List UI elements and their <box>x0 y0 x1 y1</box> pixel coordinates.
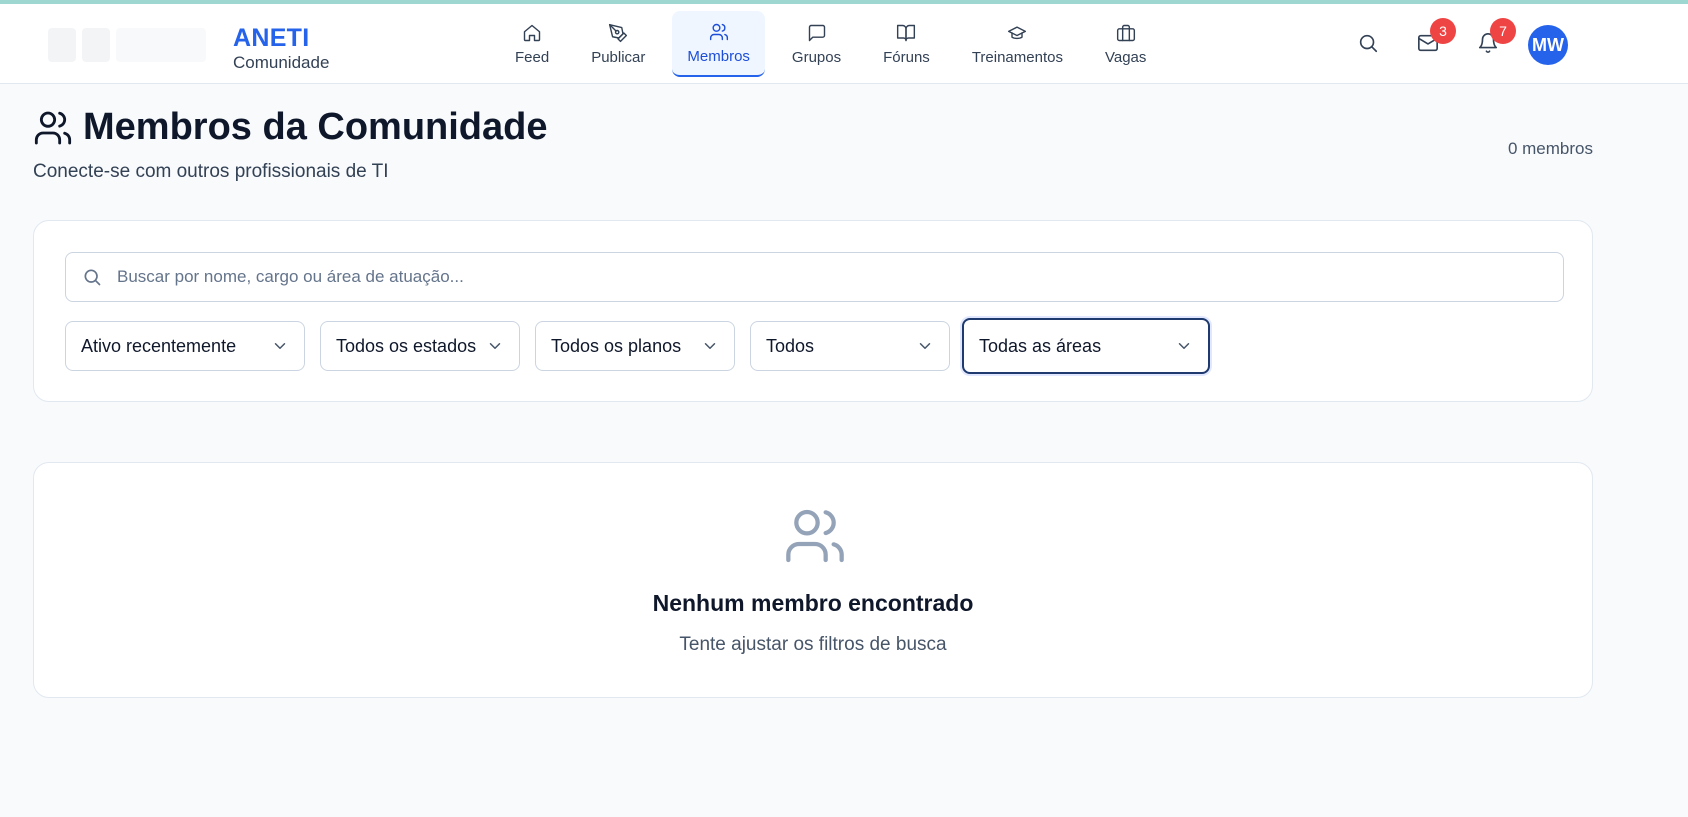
search-box[interactable] <box>65 252 1564 302</box>
chevron-down-icon <box>1178 343 1190 349</box>
chevron-down-icon <box>919 343 931 349</box>
nav-item-label: Treinamentos <box>971 48 1063 66</box>
users-icon <box>34 111 72 144</box>
messages-badge: 3 <box>1430 18 1456 44</box>
top-navbar: ANETI Comunidade Feed Publicar Membros G… <box>0 4 1688 84</box>
search-icon <box>1359 34 1378 53</box>
state-select[interactable]: Todos os estados <box>320 321 520 371</box>
chevron-down-icon <box>489 343 501 349</box>
sort-select[interactable]: Ativo recentemente <box>65 321 305 371</box>
nav-item-label: Fóruns <box>883 48 930 66</box>
search-input[interactable] <box>117 267 1517 287</box>
nav-item-label: Publicar <box>591 48 646 66</box>
empty-state-subtitle: Tente ajustar os filtros de busca <box>679 634 947 655</box>
area-select-value: Todas as áreas <box>979 335 1102 356</box>
plan-select-value: Todos os planos <box>551 335 682 356</box>
empty-state-card: Nenhum membro encontrado Tente ajustar o… <box>33 462 1593 698</box>
nav-item-label: Vagas <box>1104 48 1147 66</box>
type-select[interactable]: Todos <box>750 321 950 371</box>
page-subtitle: Conecte-se com outros profissionais de T… <box>33 161 389 182</box>
nav-item-label: Membros <box>687 47 750 65</box>
message-square-icon <box>808 24 825 41</box>
nav-item-vagas[interactable]: Vagas <box>1090 11 1161 77</box>
search-icon <box>84 269 101 286</box>
page-header: Membros da Comunidade Conecte-se com out… <box>33 106 548 183</box>
home-icon <box>523 24 541 41</box>
nav-item-foruns[interactable]: Fóruns <box>868 11 945 77</box>
nav-item-label: Feed <box>515 48 550 66</box>
chevron-down-icon <box>704 343 716 349</box>
filter-card: Ativo recentemente Todos os estados Todo… <box>33 220 1593 402</box>
nav-item-publicar[interactable]: Publicar <box>576 11 660 77</box>
avatar[interactable]: MW <box>1528 25 1568 65</box>
messages-button[interactable]: 3 <box>1417 18 1456 56</box>
type-select-value: Todos <box>766 335 815 356</box>
users-icon <box>783 504 847 568</box>
brand-name: ANETI <box>233 24 310 52</box>
sort-select-value: Ativo recentemente <box>81 335 237 356</box>
notifications-badge: 7 <box>1490 18 1516 44</box>
logo-image <box>48 28 208 62</box>
pen-icon <box>609 23 628 42</box>
nav-item-treinamentos[interactable]: Treinamentos <box>957 11 1078 77</box>
nav-item-grupos[interactable]: Grupos <box>777 11 856 77</box>
member-count: 0 membros <box>1507 139 1593 158</box>
area-select[interactable]: Todas as áreas <box>962 318 1210 374</box>
notifications-button[interactable]: 7 <box>1477 18 1516 56</box>
briefcase-icon <box>1116 24 1135 41</box>
chevron-down-icon <box>274 343 286 349</box>
state-select-value: Todos os estados <box>336 335 477 356</box>
plan-select[interactable]: Todos os planos <box>535 321 735 371</box>
users-icon <box>709 23 728 40</box>
search-button[interactable] <box>1357 32 1381 56</box>
brand-subtitle: Comunidade <box>233 53 330 72</box>
nav-item-membros[interactable]: Membros <box>672 11 765 77</box>
brand[interactable]: ANETI Comunidade <box>233 24 329 74</box>
page-title: Membros da Comunidade <box>83 106 548 148</box>
main-nav: Feed Publicar Membros Grupos Fóruns Trei… <box>500 11 1161 77</box>
empty-state-title: Nenhum membro encontrado <box>652 590 974 616</box>
book-open-icon <box>897 24 916 41</box>
nav-item-label: Grupos <box>791 48 842 66</box>
nav-item-feed[interactable]: Feed <box>500 11 564 77</box>
graduation-cap-icon <box>1008 25 1027 39</box>
